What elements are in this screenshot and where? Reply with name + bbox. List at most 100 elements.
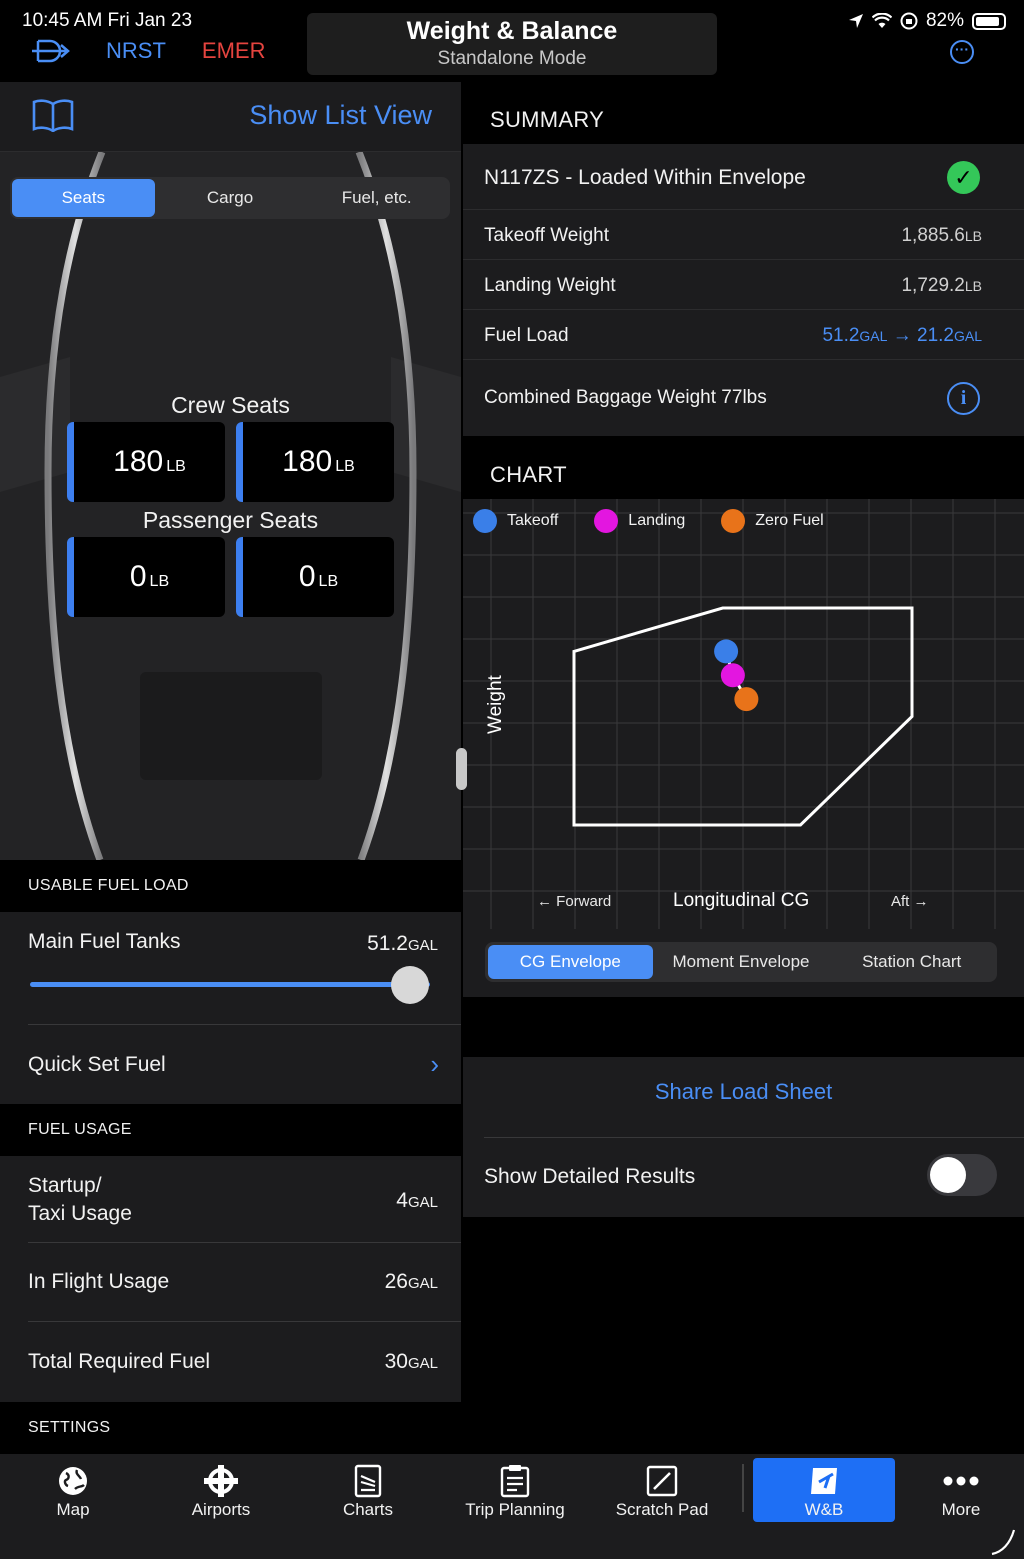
startup-taxi-label-2: Taxi Usage <box>28 1202 132 1225</box>
fuel-load-row: Fuel Load 51.2GAL → 21.2GAL <box>463 310 1024 360</box>
chart-legend: Takeoff Landing Zero Fuel <box>473 509 824 533</box>
title-box[interactable]: Weight & Balance Standalone Mode <box>307 13 717 75</box>
landing-weight-row: Landing Weight 1,729.2LB <box>463 260 1024 310</box>
startup-taxi-label-1: Startup/ <box>28 1174 102 1197</box>
passenger-seats-label: Passenger Seats <box>142 507 319 533</box>
info-icon[interactable]: i <box>947 382 980 415</box>
cabin-diagram: Seats Cargo Fuel, etc. Crew Seats 180 LB … <box>0 152 461 860</box>
legend-takeoff: Takeoff <box>473 509 558 533</box>
aft-label: Aft → <box>891 893 929 910</box>
forward-label: ← Forward <box>537 893 612 910</box>
tab-charts[interactable]: Charts <box>298 1462 438 1520</box>
page-title: Weight & Balance <box>406 17 618 45</box>
envelope-status: N117ZS - Loaded Within Envelope <box>484 166 806 189</box>
tab-cg-envelope[interactable]: CG Envelope <box>488 945 653 979</box>
quick-set-fuel-label: Quick Set Fuel <box>28 1053 166 1076</box>
point-takeoff <box>714 639 739 664</box>
checkmark-icon: ✓ <box>947 161 980 194</box>
split-view-handle[interactable] <box>456 748 467 790</box>
passenger-seat-left[interactable]: 0 LB <box>67 537 225 617</box>
trip-planning-icon <box>500 1465 530 1498</box>
weight-balance-icon <box>811 1468 837 1494</box>
total-required-fuel-row: Total Required Fuel 30GAL <box>0 1322 461 1402</box>
tab-cargo[interactable]: Cargo <box>159 179 302 217</box>
options-icon[interactable]: ··· <box>950 40 974 64</box>
share-load-sheet-button[interactable]: Share Load Sheet <box>463 1079 1024 1105</box>
pencil-hover-icon <box>991 1529 1016 1556</box>
emer-button[interactable]: EMER <box>202 38 266 64</box>
chart-header: CHART <box>490 462 567 487</box>
crew-seat-right[interactable]: 180 LB <box>236 422 394 502</box>
rotation-lock-icon <box>900 12 918 30</box>
page-subtitle: Standalone Mode <box>437 48 587 69</box>
direct-to-icon[interactable] <box>30 38 70 64</box>
show-detailed-results-toggle[interactable] <box>927 1154 997 1196</box>
main-fuel-tanks-value: 51.2GAL <box>367 932 438 955</box>
main-fuel-tanks-label: Main Fuel Tanks <box>28 930 181 953</box>
battery-percent: 82% <box>925 10 964 31</box>
y-axis-label: Weight <box>485 675 506 734</box>
landing-weight-value: 1,729.2LB <box>901 275 982 296</box>
in-flight-usage-row[interactable]: In Flight Usage 26GAL <box>0 1243 461 1321</box>
chevron-right-icon: › <box>430 1049 439 1079</box>
takeoff-weight-label: Takeoff Weight <box>484 225 609 246</box>
point-landing <box>720 663 745 688</box>
fuel-load-value: 51.2GAL → 21.2GAL <box>822 325 982 346</box>
crew-seat-left[interactable]: 180 LB <box>67 422 225 502</box>
main-fuel-tanks-row: Main Fuel Tanks 51.2GAL <box>0 912 461 1024</box>
x-axis-label: Longitudinal CG <box>673 890 810 911</box>
tab-map[interactable]: Map <box>3 1462 143 1520</box>
total-required-fuel-value: 30GAL <box>384 1350 438 1373</box>
fuel-slider-knob[interactable] <box>391 966 429 1004</box>
baggage-area[interactable] <box>140 672 322 780</box>
show-list-view-button[interactable]: Show List View <box>249 100 432 131</box>
wifi-icon <box>871 13 892 28</box>
divider <box>484 1137 1024 1138</box>
top-nav: NRST EMER <box>30 38 265 64</box>
status-icons: 82% <box>848 10 1006 32</box>
crew-seats-label: Crew Seats <box>171 392 290 418</box>
globe-icon <box>59 1467 87 1495</box>
summary-header: SUMMARY <box>490 107 605 132</box>
tab-fuel-etc[interactable]: Fuel, etc. <box>305 179 448 217</box>
tab-scratch-pad[interactable]: Scratch Pad <box>592 1462 732 1520</box>
legend-zero-fuel: Zero Fuel <box>721 509 824 533</box>
scratch-pad-icon <box>646 1465 678 1497</box>
tab-more[interactable]: More <box>891 1462 1024 1520</box>
legend-dot-takeoff <box>473 509 497 533</box>
tab-station-chart[interactable]: Station Chart <box>829 945 994 979</box>
legend-landing: Landing <box>594 509 685 533</box>
legend-dot-zero-fuel <box>721 509 746 533</box>
tab-moment-envelope[interactable]: Moment Envelope <box>659 945 824 979</box>
fuel-slider-track[interactable] <box>30 982 430 987</box>
envelope-status-row: N117ZS - Loaded Within Envelope ✓ <box>463 144 1024 210</box>
usable-fuel-header: USABLE FUEL LOAD <box>0 860 461 912</box>
more-icon <box>943 1476 979 1486</box>
settings-header: SETTINGS <box>0 1402 461 1454</box>
nrst-button[interactable]: NRST <box>106 38 166 64</box>
book-icon[interactable] <box>32 98 74 132</box>
point-zero-fuel <box>734 687 759 712</box>
tab-trip-planning[interactable]: Trip Planning <box>445 1462 585 1520</box>
status-time-date: 10:45 AM Fri Jan 23 <box>22 10 193 31</box>
legend-dot-landing <box>594 509 619 533</box>
in-flight-usage-value: 26GAL <box>384 1270 438 1293</box>
baggage-label: Combined Baggage Weight 77lbs <box>484 387 767 408</box>
passenger-seat-right[interactable]: 0 LB <box>236 537 394 617</box>
baggage-row: Combined Baggage Weight 77lbs i <box>463 360 1024 436</box>
right-panel: SUMMARY N117ZS - Loaded Within Envelope … <box>463 82 1024 1454</box>
fuel-usage-header: FUEL USAGE <box>0 1104 461 1156</box>
startup-taxi-value: 4GAL <box>396 1189 438 1212</box>
tab-airports[interactable]: Airports <box>151 1462 291 1520</box>
chart-type-segmented-control: CG Envelope Moment Envelope Station Char… <box>485 942 997 982</box>
tab-seats[interactable]: Seats <box>12 179 155 217</box>
battery-icon <box>972 12 1006 30</box>
left-panel: Show List View Seats Cargo Fuel, etc. Cr… <box>0 82 461 1454</box>
quick-set-fuel-row[interactable]: Quick Set Fuel › <box>0 1025 461 1104</box>
startup-taxi-row[interactable]: Startup/ Taxi Usage 4GAL <box>0 1156 461 1242</box>
tab-weight-balance[interactable]: W&B <box>754 1462 894 1520</box>
airport-icon <box>204 1465 238 1497</box>
takeoff-weight-value: 1,885.6LB <box>901 225 982 246</box>
tab-bar: Map Airports Charts Trip Planning Scratc… <box>0 1454 1024 1559</box>
charts-icon <box>354 1464 382 1498</box>
